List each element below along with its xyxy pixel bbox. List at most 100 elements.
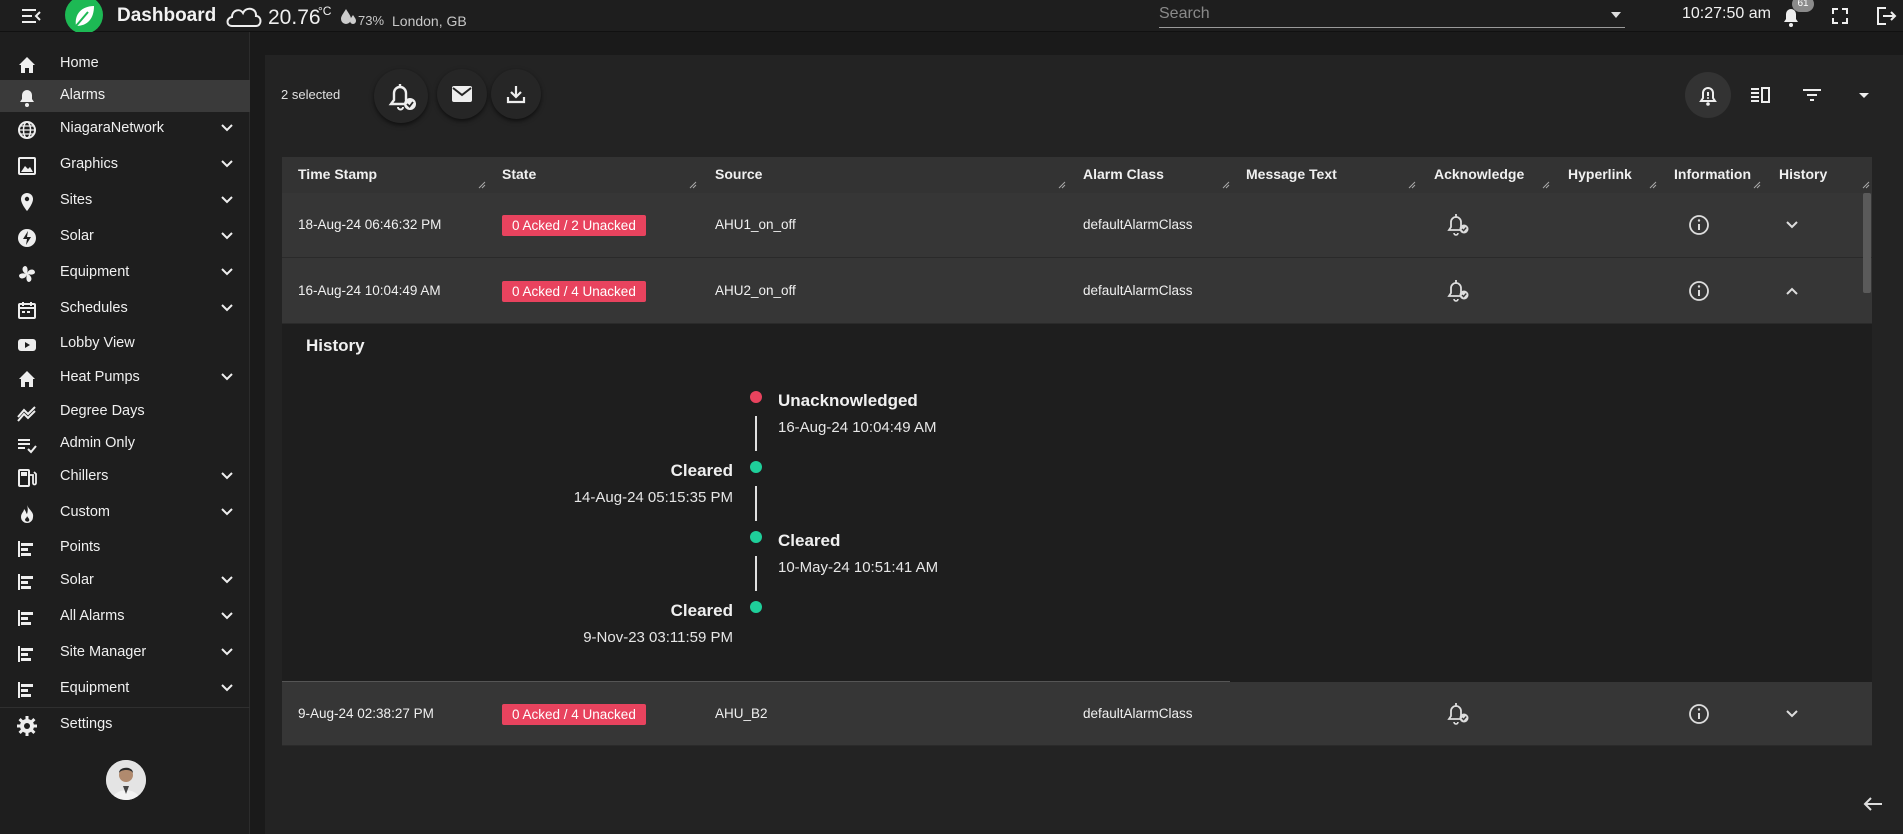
filter-icon (1803, 89, 1821, 101)
sidebar-item-custom[interactable]: Custom (0, 497, 250, 529)
acknowledge-button[interactable] (374, 69, 428, 123)
avatar[interactable] (106, 760, 146, 800)
bars-icon (16, 679, 38, 701)
sidebar-item-label: Sites (60, 192, 93, 208)
sidebar-item-equipment-2[interactable]: Equipment (0, 673, 250, 705)
column-chooser-button[interactable] (1737, 72, 1783, 118)
column-header-message-text[interactable]: Message Text (1246, 166, 1337, 182)
chevron-down-icon[interactable] (220, 372, 234, 382)
filter-button[interactable] (1789, 72, 1835, 118)
sidebar-item-niagaranetwork[interactable]: NiagaraNetwork (0, 113, 250, 145)
column-header-acknowledge[interactable]: Acknowledge (1434, 166, 1524, 182)
chevron-down-icon[interactable] (220, 231, 234, 241)
sidebar-item-label: Chillers (60, 468, 109, 484)
acknowledge-icon[interactable] (1445, 700, 1471, 726)
chevron-down-icon[interactable] (220, 267, 234, 277)
sidebar-item-sites[interactable]: Sites (0, 185, 250, 217)
table-row[interactable]: 9-Aug-24 02:38:27 PM 0 Acked / 4 Unacked… (282, 682, 1872, 746)
sidebar-item-home[interactable]: Home (0, 48, 250, 80)
acknowledge-icon[interactable] (1445, 211, 1471, 237)
column-resize-handle[interactable] (1649, 181, 1657, 189)
column-resize-handle[interactable] (689, 181, 697, 189)
table-row[interactable]: 16-Aug-24 10:04:49 AM 0 Acked / 4 Unacke… (282, 258, 1872, 324)
column-header-information[interactable]: Information (1674, 166, 1751, 182)
sidebar-item-degree-days[interactable]: Degree Days (0, 396, 250, 428)
chevron-down-icon[interactable] (220, 611, 234, 621)
sidebar-item-all-alarms[interactable]: All Alarms (0, 601, 250, 633)
chevron-down-icon[interactable] (1782, 704, 1802, 724)
chevron-down-icon[interactable] (220, 195, 234, 205)
sidebar-item-alarms[interactable]: Alarms (0, 80, 250, 112)
sidebar-item-lobby-view[interactable]: Lobby View (0, 328, 250, 360)
info-icon[interactable] (1687, 213, 1713, 239)
sidebar-item-heat-pumps[interactable]: Heat Pumps (0, 362, 250, 394)
chevron-down-icon[interactable] (220, 575, 234, 585)
sidebar-item-chillers[interactable]: Chillers (0, 461, 250, 493)
column-resize-handle[interactable] (1862, 181, 1870, 189)
chevron-up-icon[interactable] (1782, 281, 1802, 301)
column-resize-handle[interactable] (478, 181, 486, 189)
chevron-down-icon[interactable] (220, 471, 234, 481)
chevron-down-icon[interactable] (220, 683, 234, 693)
chevron-down-icon[interactable] (220, 159, 234, 169)
info-icon[interactable] (1687, 702, 1713, 728)
home-icon (16, 368, 38, 390)
column-resize-handle[interactable] (1222, 181, 1230, 189)
acknowledge-icon[interactable] (1445, 277, 1471, 303)
sidebar-item-points[interactable]: Points (0, 532, 250, 564)
sidebar-item-label: NiagaraNetwork (60, 120, 164, 136)
globe-icon (16, 119, 38, 141)
column-header-hyperlink[interactable]: Hyperlink (1568, 166, 1632, 182)
youtube-icon (16, 334, 38, 356)
caret-down-icon[interactable] (1609, 9, 1623, 21)
chevron-down-icon[interactable] (220, 303, 234, 313)
trend-icon (16, 402, 38, 424)
chevron-down-icon[interactable] (1782, 215, 1802, 235)
column-header-state[interactable]: State (502, 166, 536, 182)
chevron-down-icon[interactable] (220, 647, 234, 657)
alarm-notification-toggle[interactable] (1685, 72, 1731, 118)
sidebar-item-solar[interactable]: Solar (0, 221, 250, 253)
sidebar-item-label: Admin Only (60, 435, 135, 451)
column-header-timestamp[interactable]: Time Stamp (298, 166, 377, 182)
table-scrollbar[interactable] (1863, 193, 1871, 293)
timeline-connector (755, 556, 757, 591)
email-button[interactable] (437, 69, 487, 119)
sidebar-divider (0, 707, 250, 708)
arrow-left-icon[interactable] (1862, 794, 1884, 814)
column-resize-handle[interactable] (1058, 181, 1066, 189)
sidebar-item-schedules[interactable]: Schedules (0, 293, 250, 325)
timeline-event-timestamp: 16-Aug-24 10:04:49 AM (778, 419, 937, 436)
column-resize-handle[interactable] (1753, 181, 1761, 189)
sidebar-item-label: All Alarms (60, 608, 125, 624)
search-input[interactable] (1159, 3, 1599, 25)
export-button[interactable] (491, 69, 541, 119)
menu-collapse-icon[interactable] (20, 6, 42, 26)
sidebar-item-graphics[interactable]: Graphics (0, 149, 250, 181)
download-icon (506, 86, 526, 104)
chevron-down-icon[interactable] (220, 507, 234, 517)
sidebar-item-settings[interactable]: Settings (0, 709, 250, 741)
fullscreen-icon[interactable] (1830, 6, 1850, 26)
more-options-button[interactable] (1841, 72, 1887, 118)
source-cell: AHU2_on_off (715, 283, 796, 298)
column-header-alarm-class[interactable]: Alarm Class (1083, 166, 1164, 182)
timeline-event-timestamp: 9-Nov-23 03:11:59 PM (583, 629, 733, 646)
table-row[interactable]: 18-Aug-24 06:46:32 PM 0 Acked / 2 Unacke… (282, 193, 1872, 258)
acknowledge-icon (388, 84, 416, 111)
sidebar-item-equipment[interactable]: Equipment (0, 257, 250, 289)
sidebar-item-site-manager[interactable]: Site Manager (0, 637, 250, 669)
column-header-history[interactable]: History (1779, 166, 1827, 182)
logout-icon[interactable] (1876, 6, 1898, 26)
column-header-source[interactable]: Source (715, 166, 762, 182)
sidebar-item-label: Solar (60, 228, 94, 244)
sidebar-item-admin-only[interactable]: Admin Only (0, 428, 250, 460)
column-resize-handle[interactable] (1408, 181, 1416, 189)
chevron-down-icon[interactable] (220, 123, 234, 133)
notification-badge: 61 (1792, 0, 1814, 12)
sidebar-item-solar-2[interactable]: Solar (0, 565, 250, 597)
top-bar: Dashboard 20.76 °C 73% London, GB 10:27:… (0, 0, 1903, 34)
info-icon[interactable] (1687, 279, 1713, 305)
search-field[interactable] (1159, 3, 1625, 28)
column-resize-handle[interactable] (1542, 181, 1550, 189)
